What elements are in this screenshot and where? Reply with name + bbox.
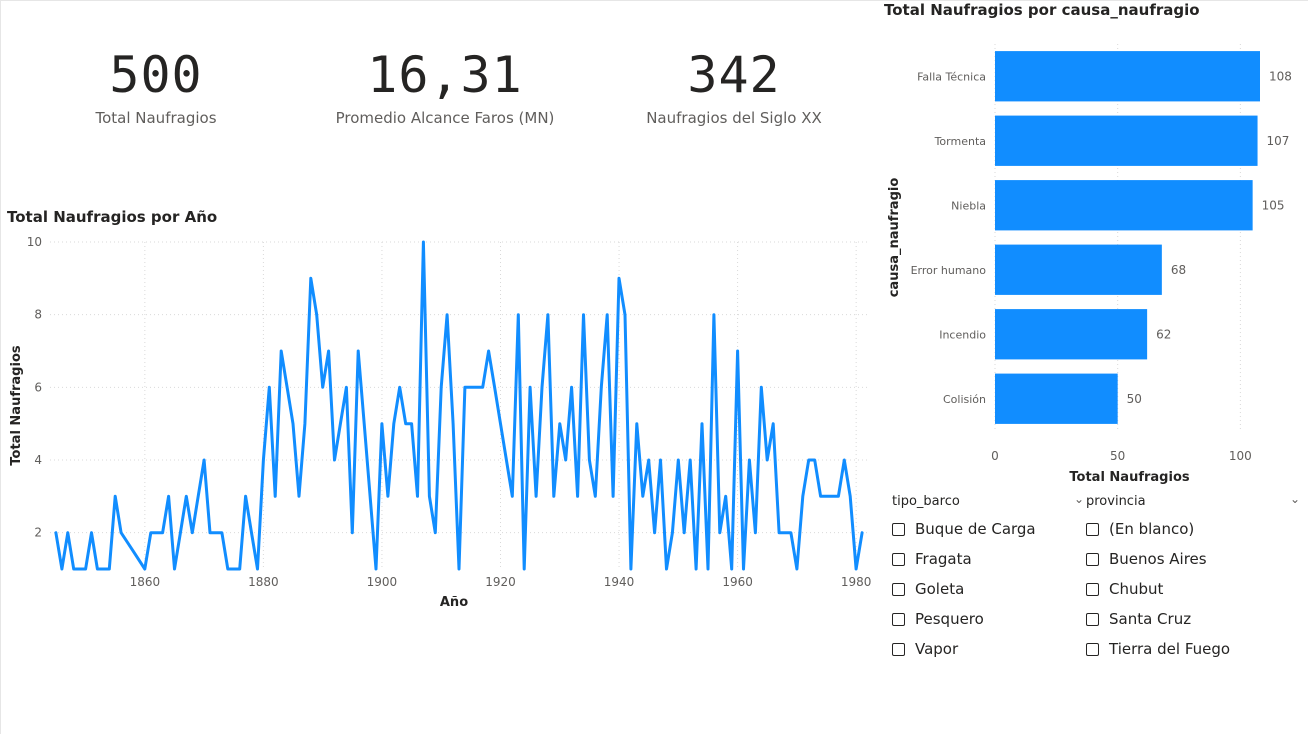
slicer-option-label: Buque de Carga [915, 520, 1036, 538]
slicer-option-label: Goleta [915, 580, 965, 598]
checkbox[interactable] [1086, 552, 1099, 566]
slicer-header[interactable]: provincia ⌄ [1086, 492, 1302, 514]
y-tick-label: 8 [34, 308, 42, 322]
x-tick-label: 1880 [248, 575, 279, 589]
slicer-header[interactable]: tipo_barco ⌄ [892, 492, 1092, 514]
bar-chart[interactable]: 0 50 100 Falla Técnica 108 Tormenta 107 Niebla 1… [880, 24, 1308, 490]
slicer-option[interactable]: Santa Cruz [1086, 604, 1302, 634]
kpi-label: Promedio Alcance Faros (MN) [335, 109, 555, 127]
bar [995, 309, 1148, 360]
kpi-card-siglo-xx[interactable]: 342 Naufragios del Siglo XX [604, 40, 864, 128]
slicer-option-label: Santa Cruz [1109, 610, 1192, 628]
slicer-option[interactable]: Buenos Aires [1086, 544, 1302, 574]
slicer-option[interactable]: (En blanco) [1086, 514, 1302, 544]
slicer-option[interactable]: Pesquero [892, 604, 1092, 634]
slicer-title: provincia [1086, 494, 1146, 509]
slicer-option-label: Vapor [915, 640, 959, 658]
checkbox[interactable] [1086, 582, 1099, 596]
checkbox[interactable] [1086, 612, 1099, 626]
slicer-option-label: Fragata [915, 550, 972, 568]
slicer-option[interactable]: Fragata [892, 544, 1092, 574]
kpi-value: 16,31 [367, 46, 523, 104]
data-label: 62 [1156, 327, 1171, 341]
checkbox[interactable] [892, 612, 905, 626]
bar [995, 115, 1258, 166]
slicer-option[interactable]: Chubut [1086, 574, 1302, 604]
x-tick-label: 100 [1229, 449, 1252, 463]
checkbox[interactable] [892, 642, 905, 656]
x-tick-label: 1900 [367, 575, 398, 589]
slicer-option-label: Buenos Aires [1109, 550, 1207, 568]
x-tick-label: 50 [1110, 449, 1125, 463]
checkbox[interactable] [1086, 522, 1099, 536]
checkbox[interactable] [892, 582, 905, 596]
category-label: Incendio [939, 328, 986, 341]
chevron-down-icon[interactable]: ⌄ [1074, 492, 1084, 506]
slicer-option-label: (En blanco) [1109, 520, 1195, 538]
slicer-title: tipo_barco [892, 494, 960, 509]
slicer-option[interactable]: Goleta [892, 574, 1092, 604]
bar [995, 51, 1260, 102]
kpi-value: 500 [109, 46, 203, 104]
y-tick-label: 6 [34, 380, 42, 394]
kpi-value: 342 [687, 46, 781, 104]
x-tick-label: 1940 [604, 575, 635, 589]
x-axis-title: Año [440, 595, 468, 610]
category-label: Error humano [911, 264, 987, 277]
bar [995, 373, 1118, 424]
slicer-tipo-barco[interactable]: tipo_barco ⌄ Buque de Carga Fragata Gole… [892, 492, 1092, 664]
category-label: Falla Técnica [917, 70, 986, 83]
data-label: 107 [1267, 134, 1290, 148]
slicer-option-label: Tierra del Fuego [1109, 640, 1231, 658]
kpi-label: Total Naufragios [95, 109, 217, 127]
category-label: Niebla [951, 199, 986, 212]
slicer-option-label: Pesquero [915, 610, 984, 628]
category-label: Colisión [943, 393, 986, 406]
data-label: 68 [1171, 263, 1186, 277]
kpi-label: Naufragios del Siglo XX [646, 109, 822, 127]
chevron-down-icon[interactable]: ⌄ [1290, 492, 1300, 506]
bar-chart-title: Total Naufragios por causa_naufragio [884, 1, 1200, 19]
kpi-card-promedio-alcance[interactable]: 16,31 Promedio Alcance Faros (MN) [315, 40, 575, 128]
slicer-option[interactable]: Tierra del Fuego [1086, 634, 1302, 664]
line-chart-title: Total Naufragios por Año [7, 208, 218, 226]
category-label: Tormenta [934, 135, 986, 148]
x-tick-label: 1920 [485, 575, 516, 589]
y-tick-label: 4 [34, 453, 42, 467]
bar [995, 244, 1162, 295]
x-axis-title: Total Naufragios [1069, 470, 1189, 485]
x-tick-label: 1860 [130, 575, 161, 589]
data-label: 105 [1262, 198, 1285, 212]
kpi-card-total-naufragios[interactable]: 500 Total Naufragios [26, 40, 286, 128]
x-tick-label: 1980 [841, 575, 872, 589]
slicer-provincia[interactable]: provincia ⌄ (En blanco) Buenos Aires Chu… [1086, 492, 1302, 664]
line-series [54, 240, 864, 571]
bar [995, 180, 1253, 231]
data-label: 50 [1127, 392, 1142, 406]
y-axis-title: Total Naufragios [9, 345, 24, 465]
checkbox[interactable] [892, 522, 905, 536]
y-tick-label: 2 [34, 526, 42, 540]
slicer-option[interactable]: Vapor [892, 634, 1092, 664]
data-label: 108 [1269, 69, 1292, 83]
slicer-option-label: Chubut [1109, 580, 1164, 598]
slicer-option[interactable]: Buque de Carga [892, 514, 1092, 544]
checkbox[interactable] [892, 552, 905, 566]
y-tick-label: 10 [27, 235, 42, 249]
y-axis-title: causa_naufragio [887, 178, 902, 298]
x-tick-label: 0 [991, 449, 999, 463]
x-tick-label: 1960 [722, 575, 753, 589]
line-chart[interactable]: 2 4 6 8 10 1860 1880 1900 1920 1940 1960 1980 Año Tot… [0, 226, 880, 616]
checkbox[interactable] [1086, 642, 1099, 656]
